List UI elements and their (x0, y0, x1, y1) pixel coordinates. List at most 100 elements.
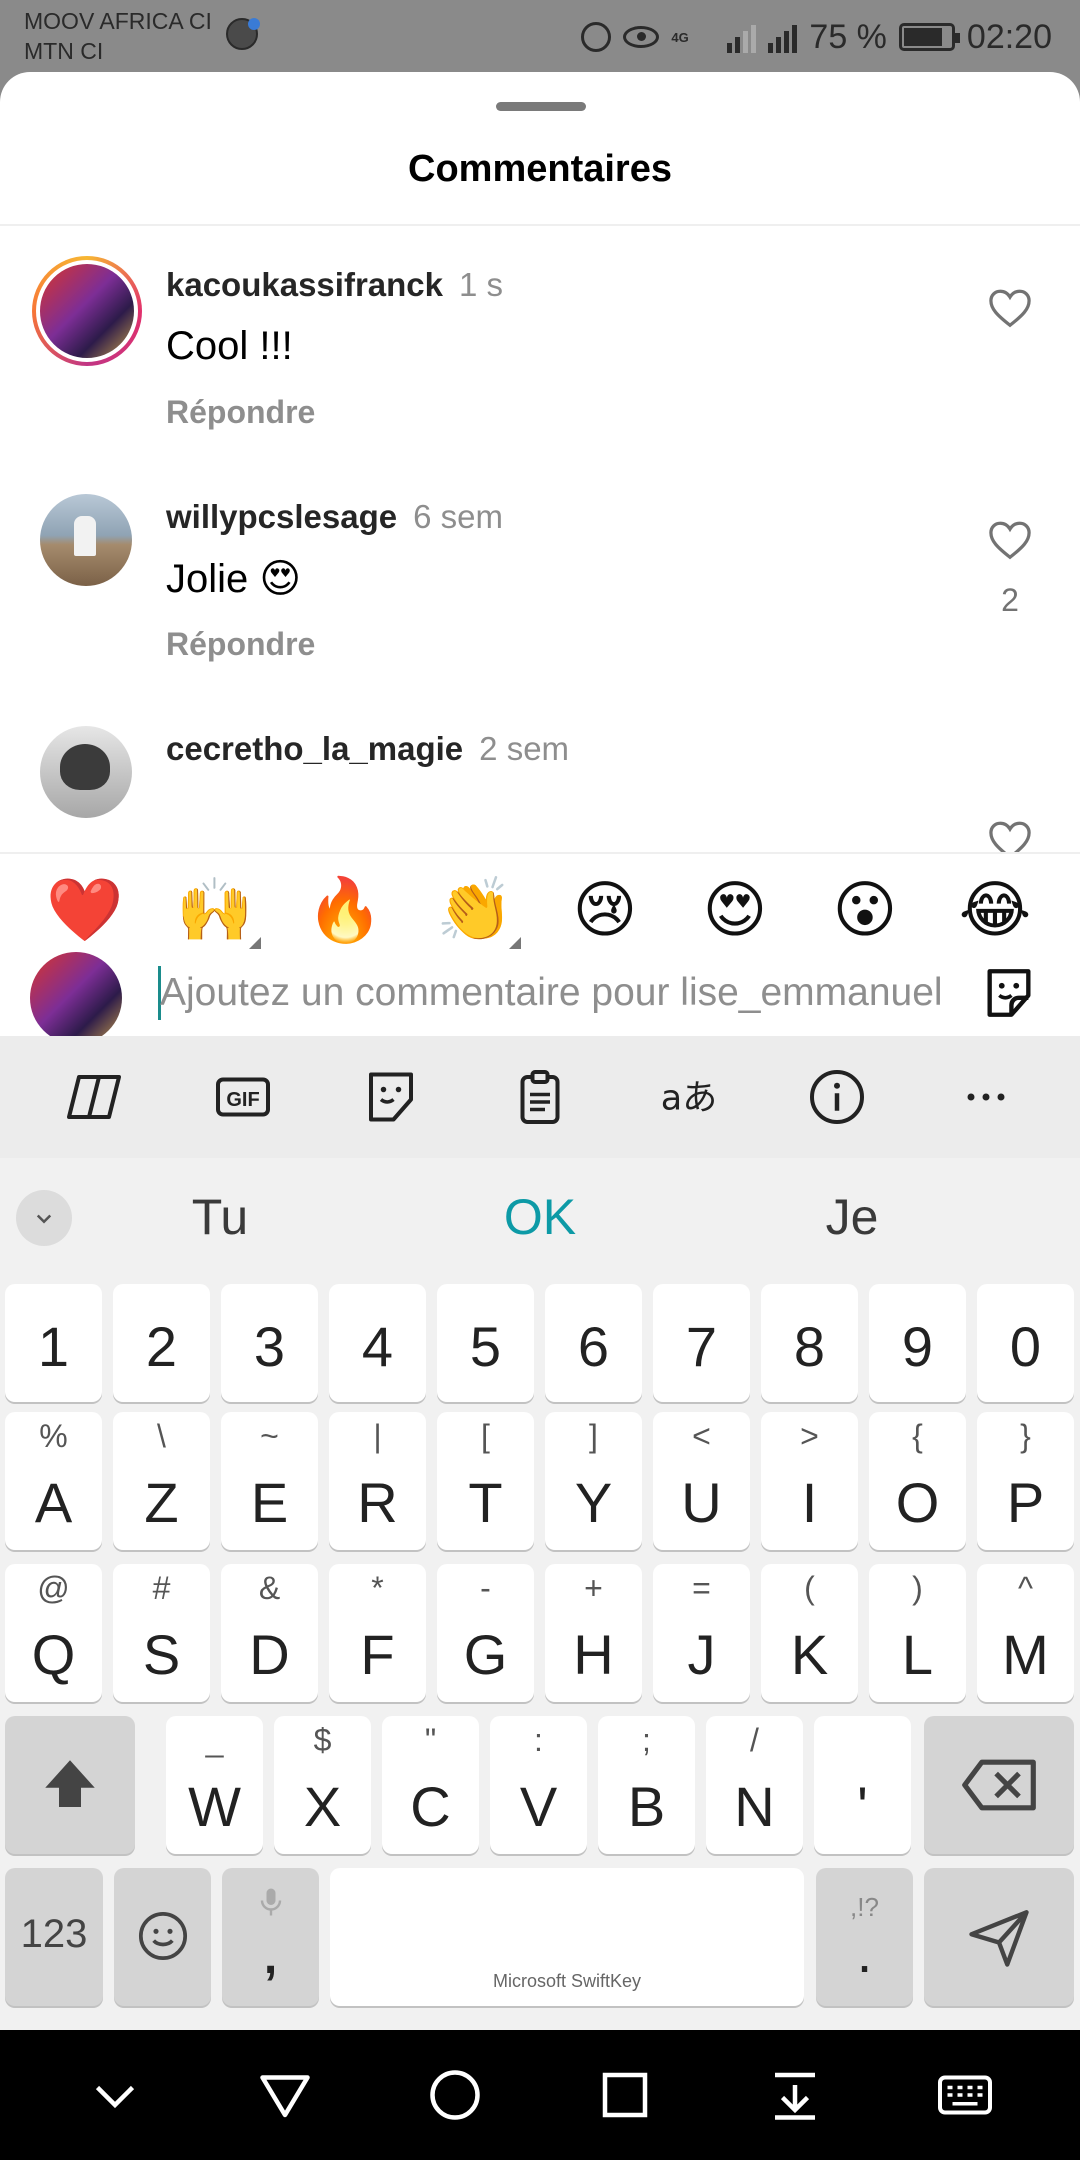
reaction-heart[interactable]: ❤️ (45, 875, 125, 945)
backspace-key[interactable] (924, 1716, 1074, 1854)
chevron-down-icon[interactable] (16, 1190, 72, 1246)
key-a[interactable]: % A (5, 1412, 102, 1550)
comment-username[interactable]: cecretho_la_magie 2 sem (166, 730, 569, 768)
key-secondary-label: @ (37, 1570, 70, 1606)
reaction-crying[interactable]: 😢 (565, 875, 645, 945)
key-5[interactable]: 5 (437, 1284, 534, 1402)
suggestion-left[interactable]: Tu (120, 1188, 320, 1246)
key-7[interactable]: 7 (653, 1284, 750, 1402)
key-secondary-label: = (692, 1570, 711, 1606)
username[interactable]: cecretho_la_magie (166, 730, 463, 767)
username[interactable]: willypcslesage (166, 498, 397, 535)
comment-username[interactable]: willypcslesage 6 sem (166, 498, 503, 536)
key-h[interactable]: + H (545, 1564, 642, 1702)
key-j[interactable]: = J (653, 1564, 750, 1702)
key-m[interactable]: ^ M (977, 1564, 1074, 1702)
key-p[interactable]: } P (977, 1412, 1074, 1550)
reaction-heart-eyes[interactable]: 😍 (695, 875, 775, 945)
avatar[interactable] (40, 726, 132, 818)
key-v[interactable]: :V (490, 1716, 587, 1854)
reaction-raising-hands[interactable]: 🙌 (175, 875, 261, 949)
home-circle-icon[interactable] (420, 2060, 490, 2130)
info-icon[interactable] (802, 1062, 872, 1132)
key-l[interactable]: ) L (869, 1564, 966, 1702)
key-s[interactable]: # S (113, 1564, 210, 1702)
reaction-clapping[interactable]: 👏 (435, 875, 521, 949)
sheet-title: Commentaires (408, 148, 672, 190)
key-x[interactable]: $ X (274, 1716, 371, 1854)
key-0[interactable]: 0 (977, 1284, 1074, 1402)
like-heart-icon[interactable] (988, 288, 1032, 328)
key-y[interactable]: ] Y (545, 1412, 642, 1550)
key-z[interactable]: \ Z (113, 1412, 210, 1550)
key-8[interactable]: 8 (761, 1284, 858, 1402)
key-n[interactable]: / N (706, 1716, 803, 1854)
key-apostrophe[interactable]: ' (814, 1716, 911, 1854)
key-i[interactable]: > I (761, 1412, 858, 1550)
drag-handle[interactable] (496, 102, 586, 111)
shift-key[interactable] (5, 1716, 135, 1854)
key-label: Z (144, 1471, 179, 1534)
reaction-surprised[interactable]: 😮 (825, 875, 905, 945)
key-1[interactable]: 1 (5, 1284, 102, 1402)
username[interactable]: kacoukassifranck (166, 266, 443, 303)
space-bar[interactable]: Microsoft SwiftKey (330, 1868, 804, 2006)
key-secondary-label: > (800, 1418, 819, 1454)
like-heart-icon[interactable] (988, 820, 1032, 852)
key-k[interactable]: (K (761, 1564, 858, 1702)
copilot-icon[interactable] (59, 1062, 129, 1132)
key-q[interactable]: @ Q (5, 1564, 102, 1702)
key-label: 2 (145, 1315, 178, 1378)
chevron-down-icon[interactable] (80, 2060, 150, 2130)
key-d[interactable]: & D (221, 1564, 318, 1702)
key-label: , (263, 1931, 278, 1984)
send-key[interactable] (924, 1868, 1074, 2006)
like-heart-icon[interactable] (988, 520, 1032, 560)
reply-button[interactable]: Répondre (166, 394, 315, 431)
comment-input[interactable] (160, 962, 945, 1024)
comma-key[interactable]: , (222, 1868, 319, 2006)
more-icon[interactable] (951, 1062, 1021, 1132)
key-4[interactable]: 4 (329, 1284, 426, 1402)
key-g[interactable]: -G (437, 1564, 534, 1702)
recents-square-icon[interactable] (590, 2060, 660, 2130)
key-label: 1 (37, 1315, 70, 1378)
reaction-fire[interactable]: 🔥 (305, 875, 385, 945)
key-6[interactable]: 6 (545, 1284, 642, 1402)
key-f[interactable]: * F (329, 1564, 426, 1702)
carrier-names: MOOV AFRICA CI MTN CI (24, 6, 212, 66)
sticker-icon[interactable] (980, 964, 1038, 1022)
translate-icon[interactable]: aあ (654, 1062, 724, 1132)
key-o[interactable]: {O (869, 1412, 966, 1550)
suggestion-right[interactable]: Je (752, 1188, 952, 1246)
reply-button[interactable]: Répondre (166, 626, 315, 663)
comment-list[interactable]: kacoukassifranck 1 s Cool !!! Répondre wi… (0, 226, 1080, 852)
comment-username[interactable]: kacoukassifranck 1 s (166, 266, 503, 304)
status-bar: MOOV AFRICA CI MTN CI 4G 75 % 02:20 (0, 0, 1080, 72)
avatar[interactable] (32, 256, 142, 366)
sticker-icon[interactable] (356, 1062, 426, 1132)
key-t[interactable]: [T (437, 1412, 534, 1550)
back-triangle-icon[interactable] (250, 2060, 320, 2130)
numbers-key[interactable]: 123 (5, 1868, 103, 2006)
key-3[interactable]: 3 (221, 1284, 318, 1402)
signal-1-icon (727, 21, 757, 53)
key-2[interactable]: 2 (113, 1284, 210, 1402)
reaction-laughing[interactable]: 😂 (955, 875, 1035, 945)
suggestion-center[interactable]: OK (440, 1188, 640, 1246)
key-b[interactable]: ; B (598, 1716, 695, 1854)
key-r[interactable]: | R (329, 1412, 426, 1550)
key-9[interactable]: 9 (869, 1284, 966, 1402)
gif-icon[interactable]: GIF (208, 1062, 278, 1132)
period-key[interactable]: ,!?. (816, 1868, 913, 2006)
download-icon[interactable] (760, 2060, 830, 2130)
emoji-key[interactable] (114, 1868, 211, 2006)
key-u[interactable]: < U (653, 1412, 750, 1550)
clipboard-icon[interactable] (505, 1062, 575, 1132)
keyboard-icon[interactable] (930, 2060, 1000, 2130)
key-c[interactable]: " C (382, 1716, 479, 1854)
key-w[interactable]: _ W (166, 1716, 263, 1854)
microphone-icon (260, 1888, 281, 1916)
avatar[interactable] (40, 494, 132, 586)
key-e[interactable]: ~ E (221, 1412, 318, 1550)
